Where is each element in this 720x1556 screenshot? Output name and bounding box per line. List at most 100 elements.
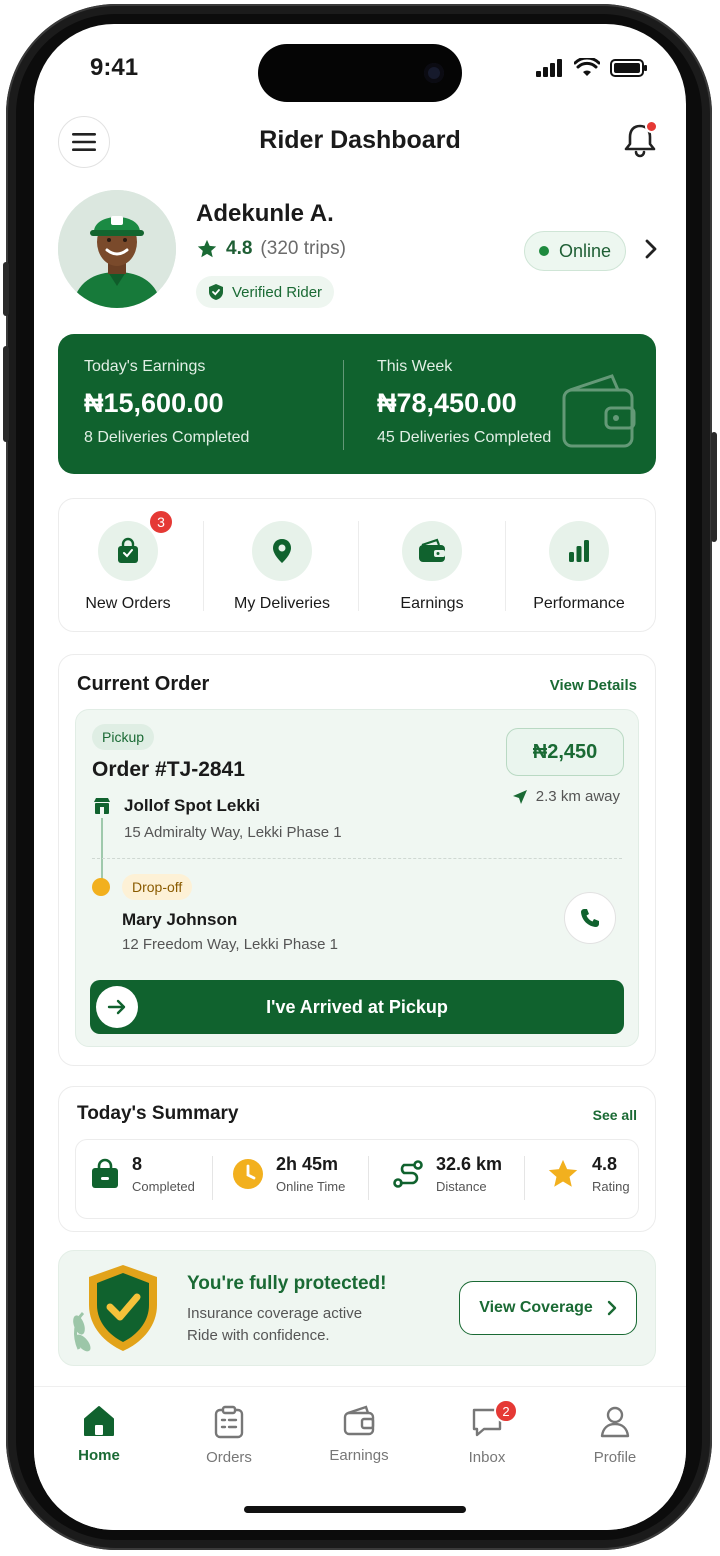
chevron-right-icon[interactable] bbox=[644, 238, 658, 260]
tab-profile[interactable]: Profile bbox=[560, 1405, 670, 1466]
order-card: Pickup Order #TJ-2841 ₦2,450 2.3 km away… bbox=[75, 709, 639, 1047]
new-orders-icon-wrap: 3 bbox=[98, 509, 174, 581]
distance-label: 2.3 km away bbox=[535, 788, 620, 805]
dropoff-address: 12 Freedom Way, Lekki Phase 1 bbox=[122, 936, 338, 953]
earnings-button[interactable]: Earnings bbox=[363, 499, 501, 633]
online-time-label: Online Time bbox=[276, 1179, 346, 1194]
clock-icon bbox=[233, 1159, 263, 1189]
qa-divider bbox=[505, 521, 506, 611]
today-earnings: Today's Earnings ₦15,600.00 8 Deliveries… bbox=[84, 358, 249, 447]
rating-stat: 4.8 Rating bbox=[546, 1154, 630, 1194]
home-indicator bbox=[244, 1506, 466, 1513]
route-line bbox=[101, 818, 103, 880]
view-coverage-label: View Coverage bbox=[479, 1299, 593, 1316]
call-customer-button[interactable] bbox=[564, 892, 616, 944]
earnings-label: Earnings bbox=[400, 595, 464, 612]
shopping-bag-icon bbox=[118, 537, 138, 563]
verified-badge: Verified Rider bbox=[196, 276, 335, 308]
route-icon bbox=[393, 1160, 423, 1188]
protection-title: You're fully protected! bbox=[187, 1273, 387, 1294]
see-all-link[interactable]: See all bbox=[593, 1107, 637, 1123]
summary-stats: 8 Completed 2h 45m Online Time 32.6 km Dist… bbox=[75, 1139, 639, 1219]
rider-profile: Adekunle A. 4.8 (320 trips) Verified Rid… bbox=[58, 190, 662, 314]
tab-inbox[interactable]: 2 Inbox bbox=[432, 1399, 542, 1466]
page-title: Rider Dashboard bbox=[259, 126, 461, 154]
app-screen: 9:41 Rider Dashboard Adekunle A. 4.8 (32… bbox=[34, 24, 686, 1530]
bag-icon bbox=[92, 1158, 118, 1188]
view-details-link[interactable]: View Details bbox=[550, 677, 637, 694]
summary-divider bbox=[212, 1156, 213, 1200]
dropoff-dot bbox=[92, 878, 110, 896]
qa-divider bbox=[203, 521, 204, 611]
week-earnings-amount: ₦78,450.00 bbox=[377, 388, 517, 418]
performance-label: Performance bbox=[533, 595, 625, 612]
today-deliveries: 8 Deliveries Completed bbox=[84, 429, 250, 446]
online-time-stat: 2h 45m Online Time bbox=[232, 1154, 345, 1194]
arrived-at-pickup-button[interactable]: I've Arrived at Pickup bbox=[90, 980, 624, 1034]
status-time: 9:41 bbox=[90, 54, 139, 81]
online-status-toggle[interactable]: Online bbox=[523, 231, 626, 271]
current-order-section: Current Order View Details Pickup Order … bbox=[58, 654, 656, 1066]
performance-button[interactable]: Performance bbox=[509, 499, 649, 633]
tab-profile-label: Profile bbox=[593, 1449, 637, 1466]
shield-check-icon bbox=[209, 284, 223, 300]
wallet-icon bbox=[343, 1405, 375, 1436]
earnings-icon-wrap bbox=[402, 521, 462, 581]
summary-title: Today's Summary bbox=[77, 1103, 239, 1124]
performance-icon-wrap bbox=[549, 521, 609, 581]
view-coverage-button[interactable]: View Coverage bbox=[459, 1281, 637, 1335]
week-earnings-label: This Week bbox=[377, 358, 453, 375]
tab-orders-label: Orders bbox=[206, 1449, 252, 1466]
star-icon bbox=[197, 239, 217, 258]
completed-stat: 8 Completed bbox=[90, 1154, 195, 1194]
star-icon bbox=[548, 1159, 578, 1187]
summary-divider bbox=[368, 1156, 369, 1200]
new-orders-button[interactable]: 3 New Orders bbox=[63, 499, 193, 633]
notification-dot bbox=[645, 120, 658, 133]
trip-count: (320 trips) bbox=[260, 238, 346, 259]
completed-label: Completed bbox=[132, 1179, 195, 1194]
order-id: Order #TJ-2841 bbox=[92, 758, 245, 781]
arrive-arrow-wrap bbox=[96, 986, 138, 1028]
dropoff-name: Mary Johnson bbox=[122, 910, 238, 929]
navigation-arrow-icon bbox=[512, 789, 527, 804]
distance-label: Distance bbox=[436, 1179, 487, 1194]
avatar[interactable] bbox=[58, 190, 176, 308]
pickup-address: 15 Admiralty Way, Lekki Phase 1 bbox=[124, 824, 342, 841]
tab-earnings[interactable]: Earnings bbox=[304, 1405, 414, 1464]
notifications-button[interactable] bbox=[618, 118, 662, 162]
arrow-right-icon bbox=[107, 999, 126, 1015]
today-earnings-label: Today's Earnings bbox=[84, 358, 206, 375]
avatar-portrait bbox=[58, 190, 176, 308]
chevron-right-icon bbox=[607, 1300, 616, 1316]
home-icon bbox=[84, 1406, 114, 1436]
tab-orders[interactable]: Orders bbox=[174, 1405, 284, 1466]
shield-check-icon bbox=[73, 1265, 157, 1352]
week-deliveries: 45 Deliveries Completed bbox=[377, 429, 552, 446]
store-icon bbox=[94, 798, 110, 814]
distance-value: 32.6 km bbox=[436, 1154, 503, 1174]
summary-divider bbox=[524, 1156, 525, 1200]
rating-row: 4.8 (320 trips) bbox=[196, 238, 346, 260]
quick-actions: 3 New Orders My Deliveries Earnings Perf… bbox=[58, 498, 656, 632]
online-dot bbox=[538, 246, 549, 256]
week-earnings: This Week ₦78,450.00 45 Deliveries Compl… bbox=[377, 358, 551, 447]
rider-name: Adekunle A. bbox=[196, 200, 334, 227]
inbox-badge: 2 bbox=[494, 1399, 518, 1423]
my-deliveries-label: My Deliveries bbox=[233, 595, 330, 612]
tab-earnings-label: Earnings bbox=[329, 1447, 389, 1464]
earnings-card[interactable]: Today's Earnings ₦15,600.00 8 Deliveries… bbox=[58, 334, 656, 474]
location-pin-icon bbox=[273, 539, 291, 563]
order-divider bbox=[92, 858, 622, 859]
user-icon bbox=[600, 1406, 630, 1438]
distance-row: 2.3 km away bbox=[512, 788, 620, 805]
tab-inbox-label: Inbox bbox=[468, 1449, 506, 1466]
status-icons bbox=[536, 58, 648, 78]
tab-home[interactable]: Home bbox=[44, 1405, 154, 1464]
my-deliveries-button[interactable]: My Deliveries bbox=[209, 499, 355, 633]
qa-divider bbox=[358, 521, 359, 611]
today-earnings-amount: ₦15,600.00 bbox=[84, 388, 224, 418]
phone-icon bbox=[581, 909, 599, 927]
my-deliveries-icon-wrap bbox=[252, 521, 312, 581]
new-orders-label: New Orders bbox=[85, 595, 171, 612]
